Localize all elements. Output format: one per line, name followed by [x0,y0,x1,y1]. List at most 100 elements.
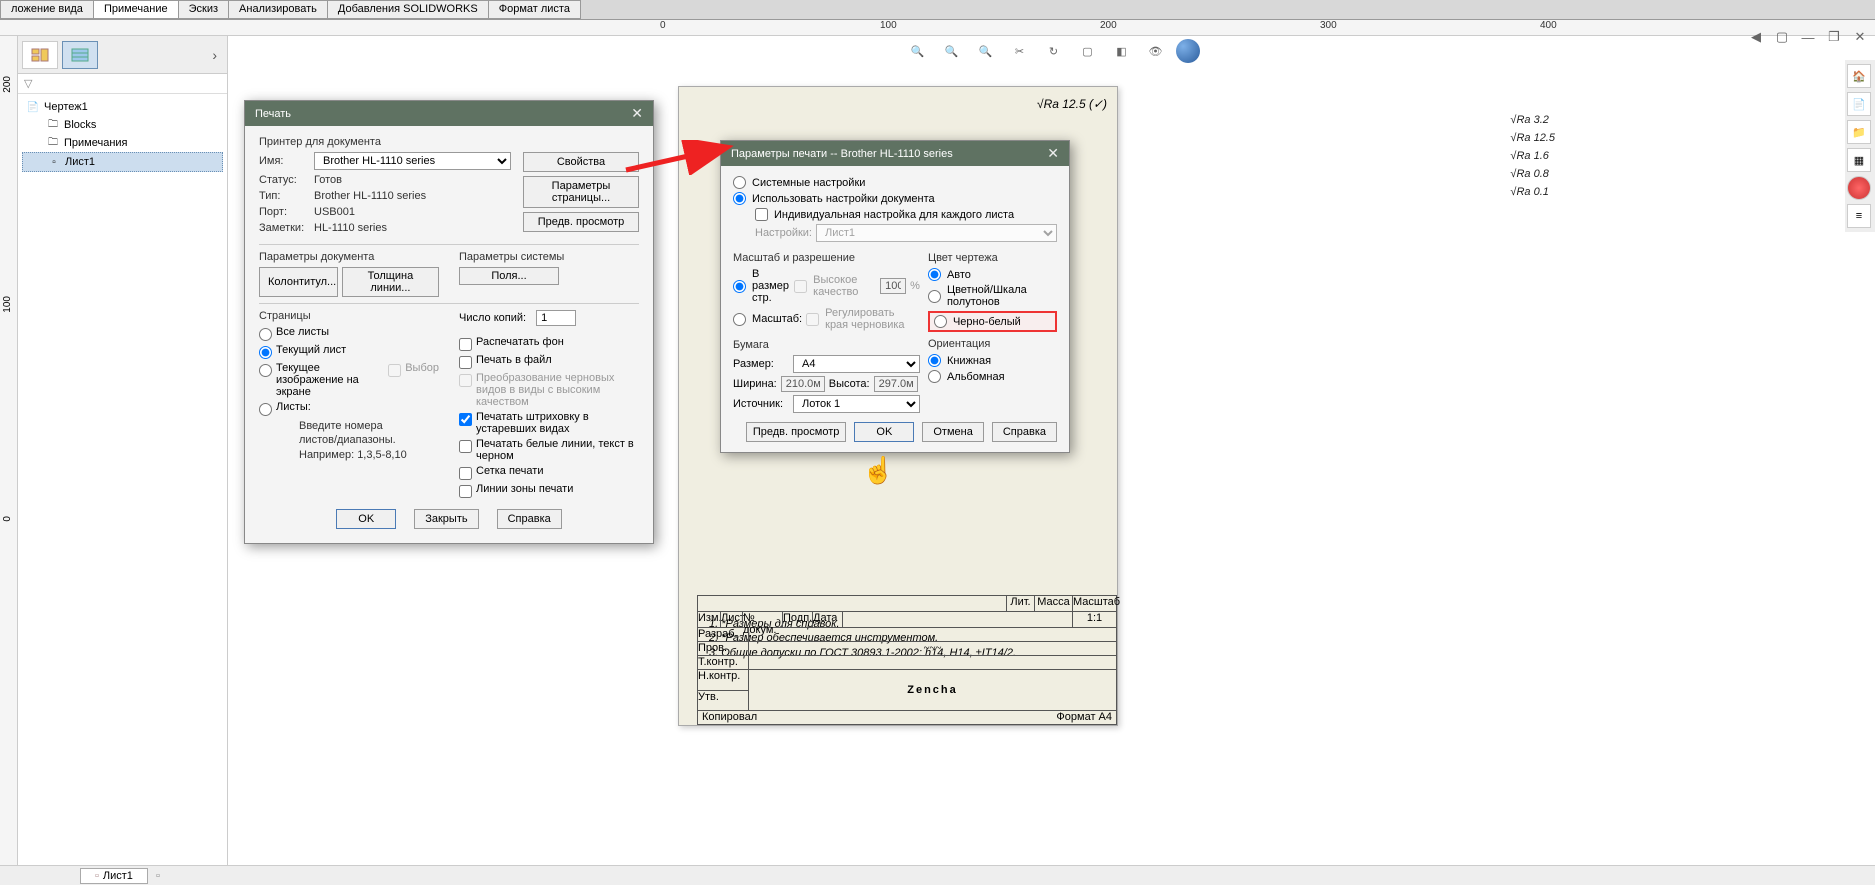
ok-button[interactable]: OK [854,422,914,442]
print-grid-checkbox[interactable] [459,467,472,480]
section-view-icon[interactable]: ✂ [1006,38,1034,64]
tab-sketch[interactable]: Эскиз [178,0,229,19]
scale-radio[interactable] [733,313,746,326]
tree-item-sheet1[interactable]: ▫ Лист1 [22,152,223,172]
print-dialog-title: Печать [255,108,291,120]
feature-manager-panel: › ▽ 📄 Чертеж1 🗀 Blocks 🗀 Примечания ▫ Ли… [18,36,228,865]
panel-mode-btn-2[interactable] [62,41,98,69]
tb-razrab: Разраб. [698,628,748,641]
paper-source-select[interactable]: Лоток 1 [793,395,920,413]
printer-name-select[interactable]: Brother HL-1110 series [314,152,511,170]
tab-view-layout[interactable]: ложение вида [0,0,94,19]
tab-addins[interactable]: Добавления SOLIDWORKS [327,0,489,19]
orient-landscape-radio[interactable] [928,370,941,383]
appearance-globe-icon[interactable] [1176,39,1200,63]
command-manager-tabs: ложение вида Примечание Эскиз Анализиров… [0,0,1875,20]
each-sheet-checkbox[interactable] [755,208,768,221]
panel-expand-chevron[interactable]: › [212,47,217,63]
properties-button[interactable]: Свойства [523,152,639,172]
close-icon[interactable]: ✕ [1849,28,1871,46]
orient-portrait-radio[interactable] [928,354,941,367]
add-sheet-icon[interactable]: ▫ [148,870,168,882]
close-icon[interactable]: ✕ [1047,145,1059,162]
pages-sheets-radio[interactable] [259,403,272,416]
margins-button[interactable]: Поля... [459,267,559,285]
window-controls: ◀ ▢ — ❐ ✕ [1745,28,1871,46]
paper-source-label: Источник: [733,398,789,410]
color-auto-radio[interactable] [928,268,941,281]
tab-sheet-format[interactable]: Формат листа [488,0,581,19]
zoom-prev-icon[interactable]: 🔍 [972,38,1000,64]
properties-icon[interactable]: ≡ [1847,204,1871,228]
resources-icon[interactable]: 📄 [1847,92,1871,116]
settings-select-label: Настройки: [755,227,812,239]
zoom-fit-icon[interactable]: 🔍 [904,38,932,64]
home-icon[interactable]: 🏠 [1847,64,1871,88]
panel-mode-btn-1[interactable] [22,41,58,69]
tab-annotation[interactable]: Примечание [93,0,179,19]
close-icon[interactable]: ✕ [631,105,643,122]
tb-utv: Утв. [698,691,748,711]
library-icon[interactable]: 📁 [1847,120,1871,144]
doc-settings-label: Использовать настройки документа [752,193,935,205]
cancel-button[interactable]: Отмена [922,422,983,442]
tree-filter-row: ▽ [18,74,227,94]
funnel-icon[interactable]: ▽ [24,78,32,90]
ruler-horizontal: 0 100 200 300 400 [0,20,1875,36]
help-button[interactable]: Справка [992,422,1057,442]
help-button[interactable]: Справка [497,509,562,529]
eye-icon[interactable]: 👁 [1142,38,1170,64]
page-setup-titlebar[interactable]: Параметры печати -- Brother HL-1110 seri… [721,141,1069,166]
color-bw-radio[interactable] [934,315,947,328]
doc-layout-icon[interactable]: ▢ [1771,28,1793,46]
paper-size-select[interactable]: A4 [793,355,920,373]
tree-root-drawing[interactable]: 📄 Чертеж1 [22,98,223,116]
print-dialog-titlebar[interactable]: Печать ✕ [245,101,653,126]
preview-button[interactable]: Предв. просмотр [746,422,847,442]
ra-annotations: √Ra 3.2 √Ra 12.5 √Ra 1.6 √Ra 0.8 √Ra 0.1 [1510,114,1555,204]
crosshatch-checkbox[interactable] [459,413,472,426]
minimize-icon[interactable]: — [1797,28,1819,46]
system-settings-label: Системные настройки [752,177,865,189]
print-to-file-checkbox[interactable] [459,356,472,369]
display-style-icon[interactable]: ▢ [1074,38,1102,64]
printer-port-label: Порт: [259,206,314,218]
white-lines-label: Печатать белые линии, текст в черном [476,438,639,462]
pages-screen-radio[interactable] [259,364,272,377]
lineweight-button[interactable]: Толщина линии... [342,267,439,297]
system-settings-radio[interactable] [733,176,746,189]
appearances-icon[interactable] [1847,176,1871,200]
tb-pod: Подп. [782,612,812,627]
zoom-area-icon[interactable]: 🔍 [938,38,966,64]
copies-input[interactable] [536,310,576,326]
view-palette-icon[interactable]: ▦ [1847,148,1871,172]
headers-button[interactable]: Колонтитул... [259,267,338,297]
tree-item-annotations[interactable]: 🗀 Примечания [22,134,223,152]
folder-icon: 🗀 [46,118,60,132]
convert-draft-label: Преобразование черновых видов в виды с в… [476,372,639,408]
heads-up-view-toolbar: 🔍 🔍 🔍 ✂ ↻ ▢ ◧ 👁 [904,36,1200,66]
doc-back-icon[interactable]: ◀ [1745,28,1767,46]
preview-button[interactable]: Предв. просмотр [523,212,639,232]
tree-root-label: Чертеж1 [44,101,88,113]
zone-lines-checkbox[interactable] [459,485,472,498]
rotate-icon[interactable]: ↻ [1040,38,1068,64]
tree-item-blocks[interactable]: 🗀 Blocks [22,116,223,134]
color-gray-radio[interactable] [928,290,941,303]
page-setup-button[interactable]: Параметры страницы... [523,176,639,208]
drawing-icon: 📄 [26,100,40,114]
hq-label: Высокое качество [813,274,876,298]
printer-port-value: USB001 [314,206,355,218]
cube-icon[interactable]: ◧ [1108,38,1136,64]
tab-analyze[interactable]: Анализировать [228,0,328,19]
print-background-checkbox[interactable] [459,338,472,351]
close-button[interactable]: Закрыть [414,509,478,529]
doc-settings-radio[interactable] [733,192,746,205]
pages-all-radio[interactable] [259,328,272,341]
fit-page-radio[interactable] [733,280,746,293]
restore-icon[interactable]: ❐ [1823,28,1845,46]
ok-button[interactable]: OK [336,509,396,529]
white-lines-checkbox[interactable] [459,440,472,453]
sheet-tab-1[interactable]: ▫Лист1 [80,868,148,884]
pages-current-radio[interactable] [259,346,272,359]
